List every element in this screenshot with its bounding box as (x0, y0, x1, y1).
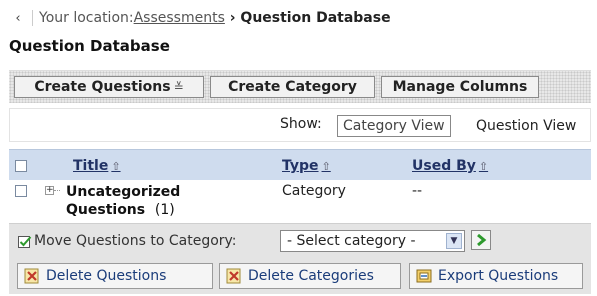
category-title-line2: Questions (66, 202, 146, 218)
page-title: Question Database (9, 37, 170, 55)
type-column-header[interactable]: Type ⇧ (282, 158, 331, 174)
manage-columns-label: Manage Columns (392, 79, 528, 95)
show-label: Show: (280, 116, 322, 132)
expand-plus-icon[interactable]: + (45, 186, 54, 195)
used-by-column-label: Used By (412, 158, 476, 174)
create-questions-label: Create Questions (34, 79, 171, 95)
used-by-column-header[interactable]: Used By ⇧ (412, 158, 488, 174)
breadcrumb: ‹ Your location: Assessments › Question … (8, 8, 391, 28)
category-title-line1: Uncategorized (66, 184, 181, 200)
sort-arrow-icon: ⇧ (478, 160, 489, 173)
move-to-category-label: Move Questions to Category: (34, 233, 237, 249)
dropdown-menu-icon: ≚ (173, 80, 184, 94)
delete-questions-label: Delete Questions (46, 268, 167, 284)
category-select-value: - Select category - (287, 233, 416, 249)
export-questions-button[interactable]: Export Questions (409, 263, 583, 289)
table-header: Title ⇧ Type ⇧ Used By ⇧ (9, 149, 591, 181)
row-used-by: -- (412, 183, 423, 199)
delete-categories-button[interactable]: Delete Categories (219, 263, 401, 289)
title-column-header[interactable]: Title ⇧ (73, 158, 121, 174)
go-arrow-icon (477, 234, 487, 246)
category-select[interactable]: - Select category - ▼ (280, 230, 465, 252)
delete-icon (226, 268, 241, 284)
create-questions-button[interactable]: Create Questions ≚ (14, 76, 204, 98)
delete-questions-button[interactable]: Delete Questions (17, 263, 213, 289)
breadcrumb-separator: › (224, 10, 241, 26)
delete-icon (24, 268, 39, 284)
export-icon (416, 269, 432, 283)
question-view-button[interactable]: Question View (471, 115, 581, 137)
type-column-label: Type (282, 158, 319, 174)
row-checkbox[interactable] (15, 185, 27, 197)
manage-columns-button[interactable]: Manage Columns (381, 76, 539, 98)
category-view-button[interactable]: Category View (337, 115, 451, 137)
move-go-button[interactable] (471, 230, 491, 250)
back-chevron-icon[interactable]: ‹ (8, 11, 28, 26)
question-count: (1) (154, 202, 175, 218)
select-all-checkbox[interactable] (15, 160, 27, 172)
row-type: Category (282, 183, 346, 199)
title-column-label: Title (73, 158, 109, 174)
create-category-label: Create Category (228, 79, 357, 95)
breadcrumb-prefix: Your location: (39, 10, 134, 26)
export-questions-label: Export Questions (438, 268, 559, 284)
sort-arrow-icon: ⇧ (321, 160, 331, 173)
category-title[interactable]: Uncategorized Questions (1) (66, 183, 180, 219)
view-switcher: Show: Category View Question View (9, 108, 591, 142)
breadcrumb-link-assessments[interactable]: Assessments (134, 10, 225, 26)
sort-arrow-icon: ⇧ (111, 160, 121, 173)
delete-categories-label: Delete Categories (248, 268, 374, 284)
create-category-button[interactable]: Create Category (210, 76, 375, 98)
chevron-down-icon: ▼ (446, 233, 462, 249)
breadcrumb-divider (32, 10, 33, 26)
bulk-actions-panel: Move Questions to Category: - Select cat… (9, 223, 591, 294)
table-row: + Uncategorized Questions (1) Category -… (9, 180, 591, 222)
checkmark-icon (18, 236, 32, 248)
tree-connector (54, 190, 60, 191)
breadcrumb-current: Question Database (240, 10, 391, 26)
toolbar: Create Questions ≚ Create Category Manag… (9, 70, 591, 103)
